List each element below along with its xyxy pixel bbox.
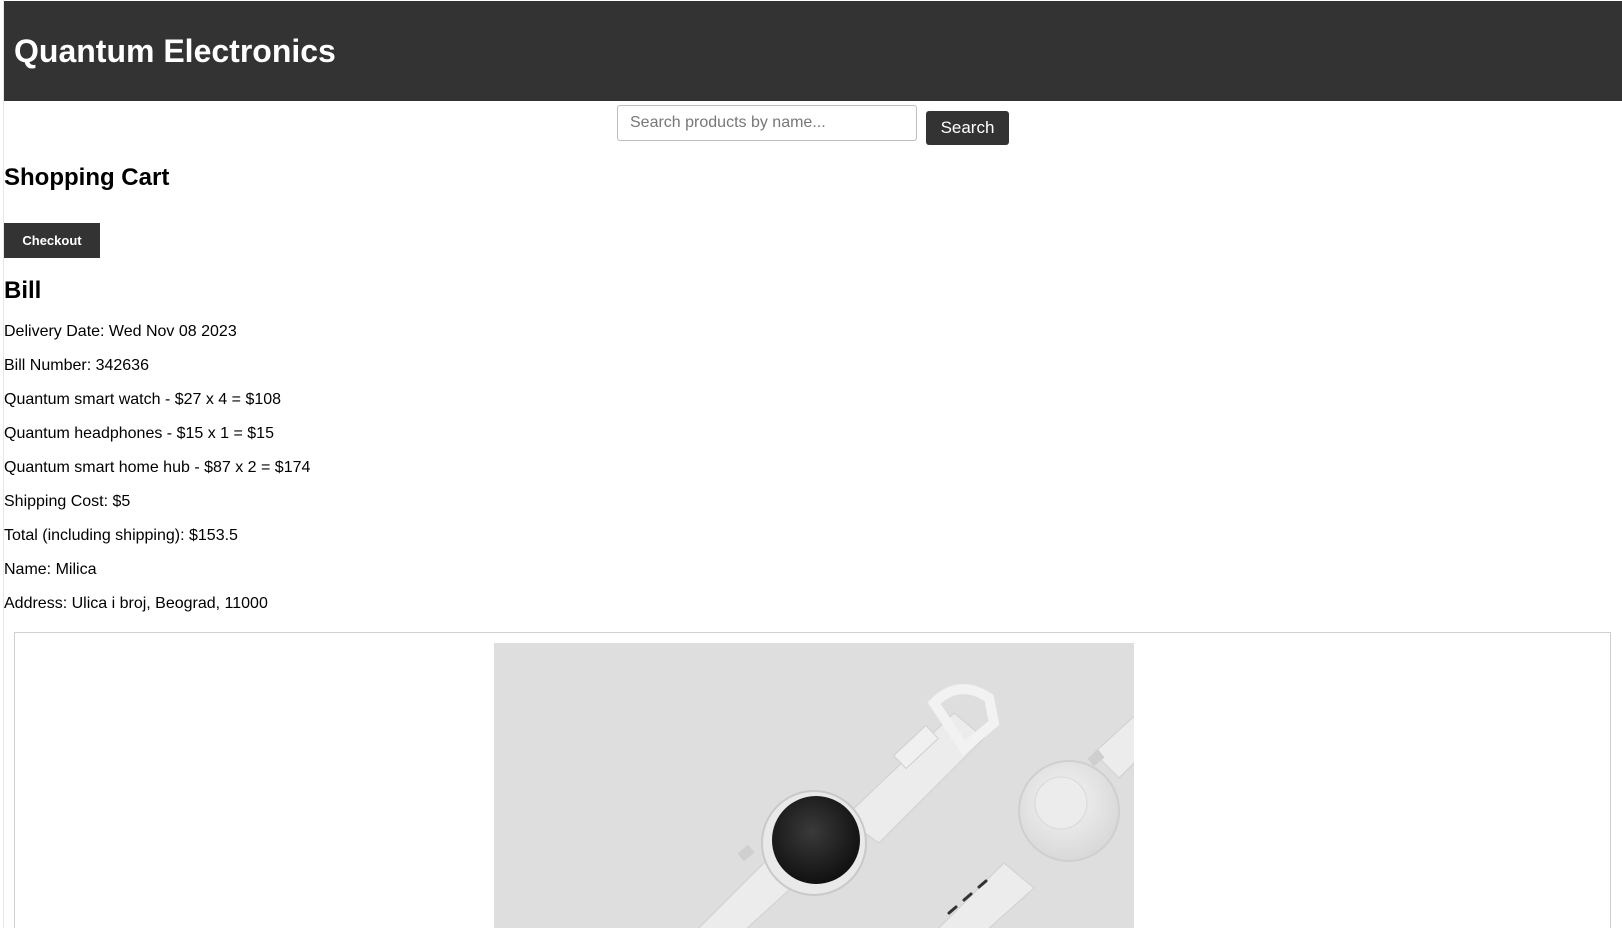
search-input[interactable] xyxy=(617,105,917,141)
site-title: Quantum Electronics xyxy=(14,33,336,69)
bill-title: Bill xyxy=(4,277,42,304)
bill-details: Delivery Date: Wed Nov 08 2023 Bill Numb… xyxy=(4,322,310,628)
smart-watch-illustration xyxy=(494,643,1134,928)
product-card[interactable] xyxy=(14,632,1611,928)
bill-shipping-cost: Shipping Cost: $5 xyxy=(4,493,131,510)
bill-name: Name: Milica xyxy=(4,561,97,578)
bill-item-smart-watch: Quantum smart watch - $27 x 4 = $108 xyxy=(4,391,282,408)
bill-item-smart-home-hub: Quantum smart home hub - $87 x 2 = $174 xyxy=(4,459,311,476)
search-button[interactable]: Search xyxy=(926,111,1009,145)
bill-number: Bill Number: 342636 xyxy=(4,357,149,374)
site-header: Quantum Electronics xyxy=(4,1,1622,101)
checkout-button[interactable]: Checkout xyxy=(4,223,100,258)
smart-watch-product-image xyxy=(494,643,1134,928)
bill-total: Total (including shipping): $153.5 xyxy=(4,527,238,544)
bill-item-headphones: Quantum headphones - $15 x 1 = $15 xyxy=(4,425,274,442)
shopping-cart-title: Shopping Cart xyxy=(4,164,170,191)
bill-address: Address: Ulica i broj, Beograd, 11000 xyxy=(4,595,268,612)
page: Quantum Electronics Search Shopping Cart… xyxy=(0,0,1622,928)
bill-delivery-date: Delivery Date: Wed Nov 08 2023 xyxy=(4,323,237,340)
